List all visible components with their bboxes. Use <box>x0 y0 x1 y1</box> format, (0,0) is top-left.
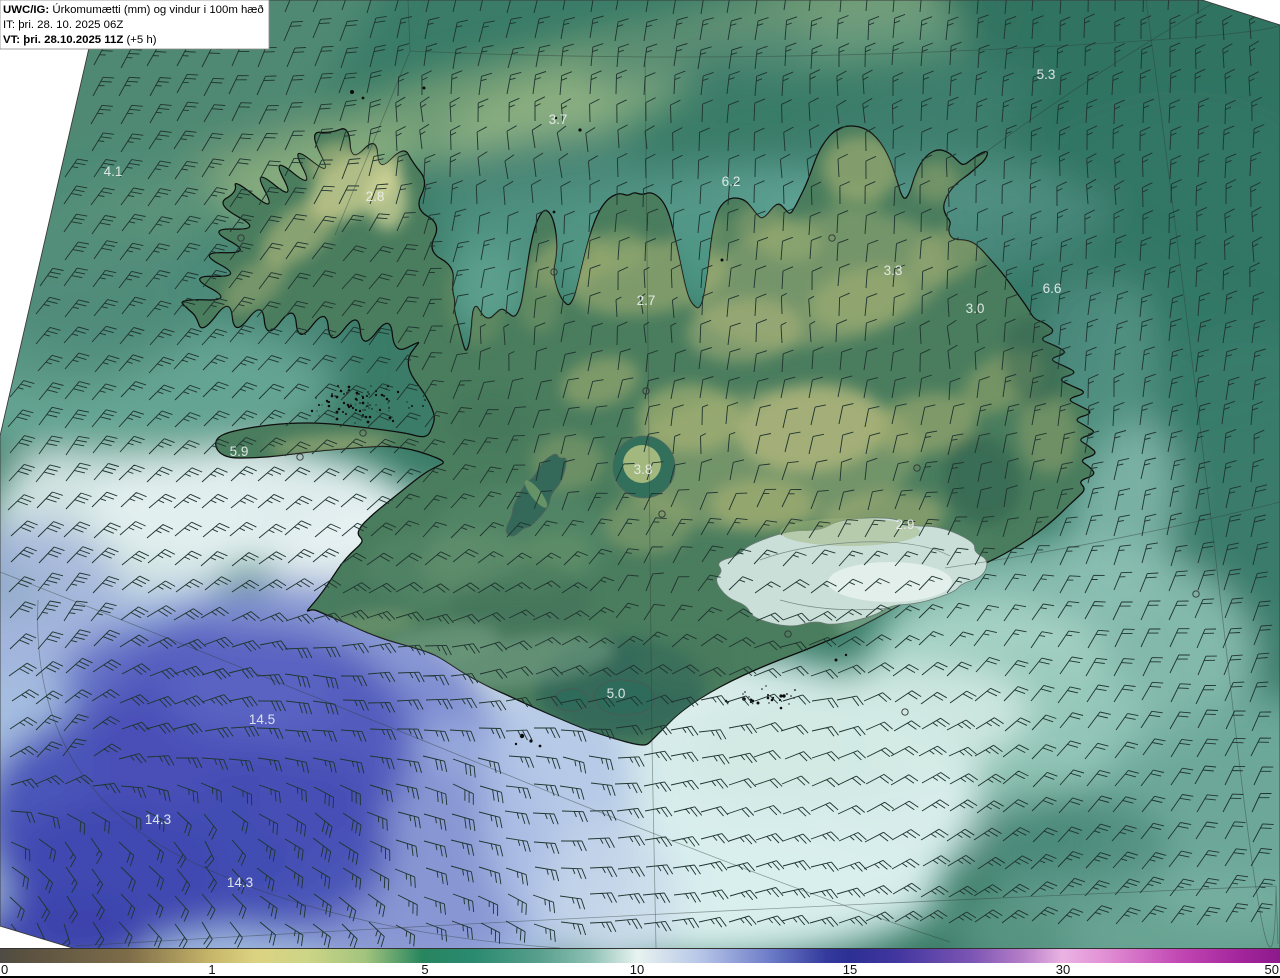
svg-text:5.3: 5.3 <box>1037 67 1056 82</box>
svg-text:10: 10 <box>630 962 644 977</box>
svg-text:5.9: 5.9 <box>230 444 249 459</box>
svg-text:0: 0 <box>1 962 8 977</box>
svg-text:IT: þri. 28. 10. 2025 06Z: IT: þri. 28. 10. 2025 06Z <box>3 19 123 31</box>
svg-text:4.1: 4.1 <box>104 164 123 179</box>
svg-text:3.8: 3.8 <box>634 462 653 477</box>
svg-text:14.3: 14.3 <box>227 875 253 890</box>
svg-text:30: 30 <box>1056 962 1070 977</box>
svg-text:3.3: 3.3 <box>884 263 903 278</box>
svg-text:5.0: 5.0 <box>607 686 626 701</box>
svg-text:15: 15 <box>843 962 857 977</box>
svg-text:3.0: 3.0 <box>966 301 985 316</box>
svg-text:5: 5 <box>421 962 428 977</box>
svg-text:1: 1 <box>208 962 215 977</box>
svg-text:UWC/IG: Úrkomumætti (mm) og vi: UWC/IG: Úrkomumætti (mm) og vindur i 100… <box>3 3 264 16</box>
svg-text:14.3: 14.3 <box>145 812 171 827</box>
svg-text:3.7: 3.7 <box>549 112 568 127</box>
svg-text:2.8: 2.8 <box>366 189 385 204</box>
svg-text:14.5: 14.5 <box>249 712 275 727</box>
svg-text:50: 50 <box>1265 962 1279 977</box>
svg-text:6.6: 6.6 <box>1043 281 1062 296</box>
svg-text:VT: þri. 28.10.2025 11Z (+5 h): VT: þri. 28.10.2025 11Z (+5 h) <box>3 34 157 46</box>
svg-text:6.2: 6.2 <box>722 174 741 189</box>
svg-text:2.9: 2.9 <box>896 517 915 532</box>
svg-text:2.7: 2.7 <box>637 293 656 308</box>
